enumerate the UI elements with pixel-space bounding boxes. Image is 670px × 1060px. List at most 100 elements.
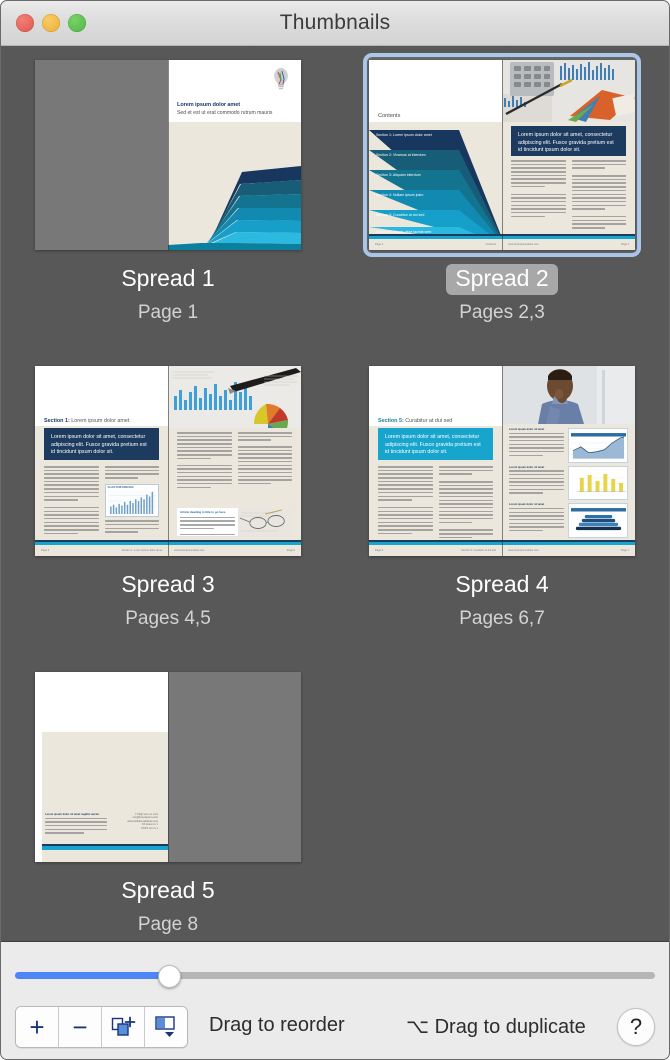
man-thinking-portrait-photo (502, 366, 635, 424)
row-spacer (1, 630, 669, 672)
footer-right: Section 5: Curabitur at dui sed (461, 548, 496, 552)
close-button[interactable] (16, 14, 34, 32)
footer-left: www.loremipsumdolor.com (174, 548, 205, 552)
spread-pages-1: Page 1 (137, 302, 199, 323)
spread-label-5: Spread 5 (121, 877, 215, 903)
thumbnails-window: Thumbnails Lorem ipsum dolor amet Sed et… (0, 0, 670, 1060)
thumbnails-grid-scrollarea[interactable]: Lorem ipsum dolor amet Sed et est ut era… (1, 46, 669, 941)
page-section-5: Section 5: Curabitur at dui sed Lorem ip… (369, 366, 502, 556)
spread-item-3[interactable]: Section 1: Lorem ipsum dolor amet Lorem … (1, 366, 335, 630)
minimize-button[interactable] (42, 14, 60, 32)
help-button[interactable]: ? (617, 1008, 655, 1046)
footer-right: Page 3 (620, 242, 629, 246)
article-text-columns (177, 432, 292, 508)
duplicate-page-icon (111, 1016, 136, 1036)
spread-gutter (168, 672, 169, 862)
spread-thumbnail-2[interactable]: Contents Section 1: Lorem ipsum dolor am… (363, 53, 641, 257)
spread-label-3: Spread 3 (121, 571, 215, 597)
chart-block: Lorem ipsum dolor sit amet (509, 503, 628, 539)
page-charts: Lorem ipsum dolor sit amet Lorem ipsum d… (502, 366, 635, 556)
slider-knob[interactable] (158, 965, 182, 988)
spread-layout-dropdown-icon (155, 1016, 175, 1037)
spread-gutter (502, 366, 503, 556)
spread-gutter (502, 60, 503, 250)
backcover-heading: Lorem ipsum dolor sit amet sagittis auct… (45, 813, 100, 817)
article-subheading: Article Heading in title to go here. (180, 510, 227, 514)
text-column (237, 432, 292, 508)
section-heading: Section 5: Curabitur at dui sed (378, 418, 452, 424)
section-title: Curabitur at dui sed (405, 418, 453, 424)
charts-stack: Lorem ipsum dolor sit amet Lorem ipsum d… (509, 428, 628, 539)
slider-fill (15, 972, 169, 979)
zoom-button[interactable] (68, 14, 86, 32)
cover-title: Lorem ipsum dolor amet (177, 102, 241, 108)
spread-thumbnail-5[interactable]: Lorem ipsum dolor sit amet sagittis auct… (35, 672, 301, 862)
spread-thumbnail-1[interactable]: Lorem ipsum dolor amet Sed et est ut era… (35, 60, 301, 250)
page-footer (42, 844, 168, 862)
section-quote: Lorem ipsum dolor sit amet, consectetur … (378, 428, 493, 460)
footer-left: Page 6 (375, 548, 384, 552)
eyeglasses-on-chart-photo (237, 508, 292, 536)
cover-subtitle: Sed et est ut erat commodo rutrum mauris (177, 110, 273, 116)
spread-item-2[interactable]: Contents Section 1: Lorem ipsum dolor am… (335, 53, 669, 324)
footer-right: Page 7 (620, 548, 629, 552)
page-action-button-group: + − (15, 1006, 188, 1048)
article-text-columns (511, 160, 626, 232)
spread-pages-5: Page 8 (137, 914, 199, 935)
page-section-1: Section 1: Lorem ipsum dolor amet Lorem … (35, 366, 168, 556)
bottom-toolbar: + − Drag to reorder ⌥ Drag to duplicate … (1, 941, 669, 1059)
traffic-light-group (16, 14, 86, 32)
spread-pages-3: Pages 4,5 (125, 608, 211, 629)
bar-chart-report-pen-photo (168, 366, 301, 428)
spread-item-1[interactable]: Lorem ipsum dolor amet Sed et est ut era… (1, 60, 335, 324)
contents-section-list: Section 1: Lorem ipsum dolor amet Sectio… (369, 122, 502, 250)
text-column (378, 466, 433, 538)
spread-thumbnail-4[interactable]: Section 5: Curabitur at dui sed Lorem ip… (369, 366, 635, 556)
footer-left: www.loremipsumdolor.com (508, 548, 539, 552)
text-column (511, 160, 566, 232)
section-text-columns: SALES PERFORMANCE (44, 466, 159, 538)
contents-section-row[interactable]: Section 1: Lorem ipsum dolor amet (369, 128, 459, 141)
window-title: Thumbnails (279, 11, 391, 34)
spread-label-1: Spread 1 (121, 265, 215, 291)
spread-thumbnail-3[interactable]: Section 1: Lorem ipsum dolor amet Lorem … (35, 366, 301, 556)
sidebar-article-block: Article Heading in title to go here. (177, 508, 292, 536)
page-contents: Contents Section 1: Lorem ipsum dolor am… (369, 60, 502, 250)
spread-item-4[interactable]: Section 5: Curabitur at dui sed Lorem ip… (335, 366, 669, 630)
cover-graphic-band (168, 122, 301, 250)
add-page-button[interactable]: + (16, 1007, 59, 1047)
page-footer: www.loremipsumdolor.com Page 7 (502, 540, 635, 556)
chart-block-heading: Lorem ipsum dolor sit amet (509, 503, 545, 507)
article-quote: Lorem ipsum dolor sit amet, consectetur … (511, 126, 626, 156)
contents-section-row[interactable]: Section 4: Nullam ipsum justo (369, 188, 459, 201)
text-column: SALES PERFORMANCE (104, 466, 159, 538)
hint-drag-to-reorder: Drag to reorder (209, 1014, 345, 1036)
contact-line: XXXX xxx xx x (141, 826, 158, 830)
lightbulb-illustration (274, 68, 288, 90)
duplicate-page-button[interactable] (102, 1007, 145, 1047)
page-empty-right (168, 672, 301, 862)
spread-item-5[interactable]: Lorem ipsum dolor sit amet sagittis auct… (1, 672, 335, 936)
contents-section-row[interactable]: Section 2: Vivamus at interdum (369, 148, 459, 161)
thumbnail-size-slider[interactable] (15, 965, 655, 988)
contents-heading: Contents (378, 113, 401, 119)
remove-page-button[interactable]: − (59, 1007, 102, 1047)
footer-right: Page 5 (286, 548, 295, 552)
section-heading: Section 1: Lorem ipsum dolor amet (44, 418, 129, 424)
text-column (177, 432, 232, 508)
spread-label-4: Spread 4 (455, 571, 549, 597)
page-article: Article Heading in title to go here. www… (168, 366, 301, 556)
section-prefix: Section 5: (378, 418, 404, 424)
desk-calculator-charts-photo (502, 60, 635, 122)
page-backcover: Lorem ipsum dolor sit amet sagittis auct… (35, 672, 168, 862)
contents-section-row[interactable]: Section 3: Aliquam interdum (369, 168, 459, 181)
text-column (44, 466, 99, 538)
minus-icon: − (72, 1012, 88, 1042)
chart-block-heading: Lorem ipsum dolor sit amet (509, 428, 545, 431)
footer-left: www.loremipsumdolor.com (508, 242, 539, 246)
page-layout-button[interactable] (145, 1007, 187, 1047)
backcover-contact-block: Lorem ipsum dolor sit amet sagittis auct… (45, 813, 158, 836)
section-quote: Lorem ipsum dolor sit amet, consectetur … (44, 428, 159, 460)
contents-section-row[interactable]: Section 5: Curabitur at dui sed (369, 208, 459, 221)
footer-left: Page 4 (41, 548, 50, 552)
